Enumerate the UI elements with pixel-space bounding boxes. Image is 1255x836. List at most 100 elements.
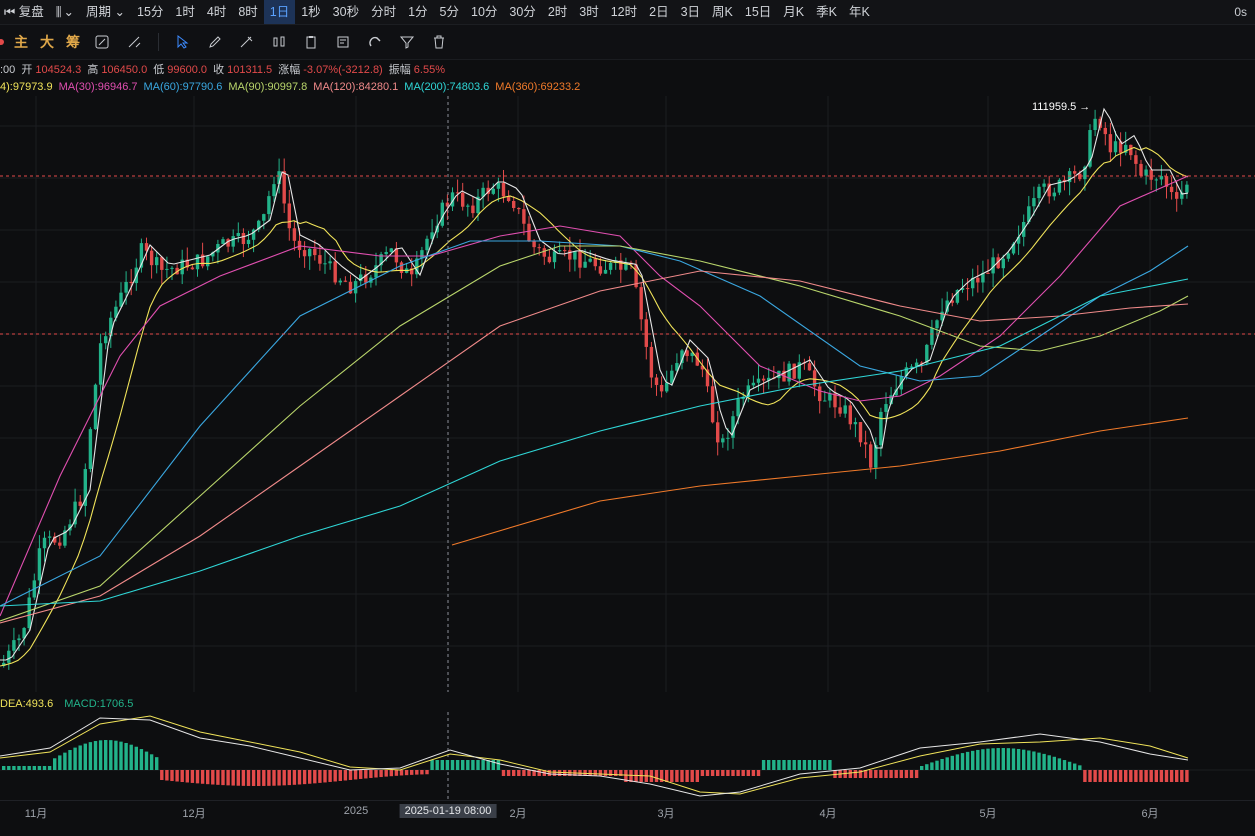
interval-tab-2[interactable]: 4时: [201, 0, 232, 24]
interval-tab-18[interactable]: 15日: [739, 0, 777, 24]
candle: [292, 228, 297, 241]
macd-bar: [17, 766, 21, 770]
macd-bar: [170, 770, 174, 782]
macd-bar: [634, 770, 638, 782]
macd-bar: [231, 770, 235, 786]
interval-tab-0[interactable]: 15分: [131, 0, 169, 24]
interval-tab-11[interactable]: 30分: [503, 0, 541, 24]
candle: [496, 182, 501, 189]
note-icon[interactable]: [332, 31, 354, 53]
trash-icon[interactable]: [428, 31, 450, 53]
macd-bar: [246, 770, 251, 786]
candle-type-icon[interactable]: [268, 31, 290, 53]
pen-icon[interactable]: [204, 31, 226, 53]
macd-bar: [547, 770, 552, 776]
macd-bar: [297, 770, 302, 785]
chart-type-select[interactable]: ⫼ ⌄: [50, 0, 80, 24]
interval-tab-16[interactable]: 3日: [675, 0, 706, 24]
macd-bar: [206, 770, 210, 785]
candle: [328, 261, 332, 264]
interval-tab-9[interactable]: 5分: [434, 0, 465, 24]
macd-bar: [986, 748, 990, 770]
macd-bar: [593, 770, 597, 776]
macd-bar: [940, 758, 944, 770]
period-menu[interactable]: 周期 ⌄: [80, 0, 131, 24]
interval-tab-15[interactable]: 2日: [643, 0, 674, 24]
candle: [104, 336, 108, 344]
macd-chart[interactable]: [0, 712, 1255, 800]
macd-bar: [384, 770, 388, 777]
price-chart[interactable]: [0, 96, 1255, 692]
macd-bar: [471, 760, 475, 770]
interval-tab-6[interactable]: 30秒: [327, 0, 365, 24]
macd-bar: [277, 770, 281, 786]
macd-bar: [971, 750, 975, 770]
macd-bar: [200, 770, 205, 784]
macd-bar: [53, 758, 57, 770]
interval-tab-10[interactable]: 10分: [465, 0, 503, 24]
candle: [879, 411, 883, 446]
candle: [869, 444, 873, 468]
macd-bar: [1016, 748, 1021, 770]
candle: [129, 281, 133, 284]
interval-tab-12[interactable]: 2时: [542, 0, 573, 24]
macd-bar: [1022, 749, 1026, 770]
candle: [1073, 171, 1077, 174]
macd-bar: [772, 760, 776, 770]
macd-bar: [134, 746, 138, 770]
macd-bar: [287, 770, 291, 786]
interval-tab-8[interactable]: 1分: [402, 0, 433, 24]
candle: [78, 501, 82, 506]
main-indicator-button[interactable]: 主: [14, 32, 28, 52]
macd-bar: [522, 770, 526, 776]
macd-bar: [226, 770, 230, 786]
macd-bar: [716, 770, 720, 776]
filter-icon[interactable]: [396, 31, 418, 53]
candle: [7, 650, 11, 663]
candle: [165, 268, 169, 270]
macd-bar: [27, 766, 31, 770]
interval-tab-7[interactable]: 分时: [365, 0, 402, 24]
chip-distribution-button[interactable]: 筹: [66, 32, 80, 52]
large-order-button[interactable]: 大: [40, 32, 54, 52]
candle: [925, 344, 929, 364]
interval-tab-13[interactable]: 3时: [573, 0, 604, 24]
candle: [542, 248, 546, 257]
candle: [42, 537, 47, 549]
interval-tab-1[interactable]: 1时: [169, 0, 200, 24]
macd-bar: [884, 770, 888, 778]
indicator-settings-icon[interactable]: [91, 31, 113, 53]
clipboard-icon[interactable]: [300, 31, 322, 53]
macd-bar: [369, 770, 373, 778]
toolbar-divider: [158, 33, 159, 51]
interval-tab-17[interactable]: 周K: [706, 0, 739, 24]
interval-tab-19[interactable]: 月K: [777, 0, 810, 24]
interval-tab-5[interactable]: 1秒: [295, 0, 326, 24]
pen-toggle-icon[interactable]: [123, 31, 145, 53]
macd-bar: [945, 757, 949, 770]
macd-bar: [981, 749, 985, 770]
macd-bar: [124, 742, 128, 770]
low-value: 99600.0: [167, 64, 208, 76]
macd-bar: [394, 770, 399, 776]
macd-bar: [506, 770, 511, 776]
interval-tab-21[interactable]: 年K: [843, 0, 876, 24]
macd-bar: [88, 742, 93, 770]
pencil-icon[interactable]: [236, 31, 258, 53]
interval-tab-20[interactable]: 季K: [810, 0, 843, 24]
candle: [58, 542, 62, 546]
macd-bar: [823, 760, 827, 770]
macd-bar: [476, 760, 480, 770]
replay-button[interactable]: ⏮ 复盘: [0, 0, 50, 24]
cursor-icon[interactable]: [172, 31, 194, 53]
interval-tab-3[interactable]: 8时: [232, 0, 263, 24]
candle: [1149, 169, 1153, 180]
macd-bar: [1129, 770, 1133, 782]
magnet-icon[interactable]: [364, 31, 386, 53]
macd-bar: [22, 766, 26, 770]
candle: [552, 251, 557, 263]
interval-tab-14[interactable]: 12时: [605, 0, 643, 24]
macd-bar: [221, 770, 225, 786]
interval-tab-4[interactable]: 1日: [263, 0, 296, 24]
macd-bar: [792, 760, 796, 770]
